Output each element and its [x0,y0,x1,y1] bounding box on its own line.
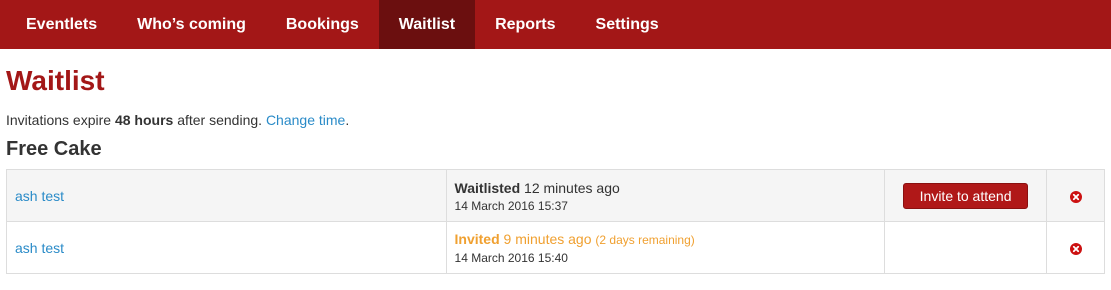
status-date: 14 March 2016 15:37 [454,198,568,213]
page-title: Waitlist [6,65,105,96]
days-remaining: (2 days remaining) [595,233,695,247]
nav-item-whos-coming[interactable]: Who’s coming [117,0,266,49]
table-row: ash test Waitlisted 12 minutes ago 14 Ma… [6,169,1105,222]
action-cell [884,221,1048,274]
main-content: Waitlist Invitations expire 48 hours aft… [0,49,1111,274]
status-cell: Invited 9 minutes ago (2 days remaining)… [445,221,886,274]
status-line: Waitlisted 12 minutes ago [455,178,877,198]
table-row: ash test Invited 9 minutes ago (2 days r… [6,221,1105,274]
expiry-info-suffix: after sending. [173,112,266,128]
attendee-name-link[interactable]: ash test [15,188,64,204]
expiry-info-end: . [345,112,350,128]
top-nav: Eventlets Who’s coming Bookings Waitlist… [0,0,1111,49]
waitlist-table: ash test Waitlisted 12 minutes ago 14 Ma… [6,169,1105,274]
remove-circle-icon[interactable] [1069,242,1082,255]
action-cell: Invite to attend [884,169,1048,222]
expiry-duration: 48 hours [114,112,174,128]
nav-item-waitlist[interactable]: Waitlist [378,0,476,49]
status-time: 12 minutes ago [520,179,620,196]
attendee-cell: ash test [6,221,447,274]
nav-item-settings[interactable]: Settings [576,0,679,49]
expiry-info: Invitations expire 48 hours after sendin… [6,111,1105,129]
attendee-name-link[interactable]: ash test [15,240,64,256]
nav-item-eventlets[interactable]: Eventlets [6,0,117,49]
remove-circle-icon[interactable] [1069,190,1082,203]
status-time: 9 minutes ago [499,231,592,247]
status-date: 14 March 2016 15:40 [454,251,568,265]
expiry-info-prefix: Invitations expire [6,112,115,128]
attendee-cell: ash test [6,169,447,222]
change-time-link[interactable]: Change time [266,112,345,128]
status-line: Invited 9 minutes ago (2 days remaining) [455,229,877,250]
nav-item-reports[interactable]: Reports [475,0,575,49]
invite-to-attend-button[interactable]: Invite to attend [902,182,1029,209]
remove-cell [1046,221,1105,274]
status-label: Invited [454,231,500,247]
remove-cell [1046,169,1105,222]
nav-item-bookings[interactable]: Bookings [266,0,379,49]
status-label: Waitlisted [454,179,521,196]
event-title: Free Cake [6,138,102,160]
status-cell: Waitlisted 12 minutes ago 14 March 2016 … [445,169,886,222]
